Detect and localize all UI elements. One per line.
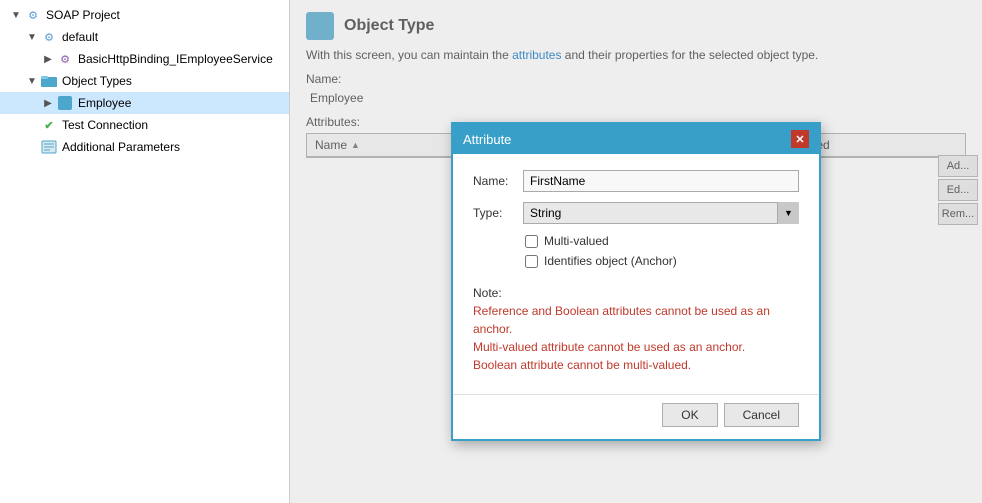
check-icon: ✔: [40, 116, 58, 134]
modal-footer: OK Cancel: [453, 394, 819, 439]
note-section: Note: Reference and Boolean attributes c…: [473, 278, 799, 374]
no-expander: [24, 120, 40, 131]
anchor-row: Identifies object (Anchor): [473, 254, 799, 268]
employee-icon: [56, 94, 74, 112]
attribute-dialog: Attribute ✕ Name: Type: String: [451, 122, 821, 441]
expand-arrow: ▼: [24, 32, 40, 43]
main-content: Object Type With this screen, you can ma…: [290, 0, 982, 503]
no-expander: [24, 142, 40, 153]
params-icon: [40, 138, 58, 156]
folder-icon: [40, 72, 58, 90]
sidebar-item-additional-params[interactable]: Additional Parameters: [0, 136, 289, 158]
expand-arrow: ▼: [8, 10, 24, 21]
sidebar-item-binding[interactable]: ▶ ⚙ BasicHttpBinding_IEmployeeService: [0, 48, 289, 70]
soap-project-icon: ⚙: [24, 6, 42, 24]
sidebar-item-label: SOAP Project: [46, 8, 120, 22]
sidebar-item-default[interactable]: ▼ ⚙ default: [0, 26, 289, 48]
sidebar-item-label: Additional Parameters: [62, 140, 180, 154]
anchor-label[interactable]: Identifies object (Anchor): [544, 254, 677, 268]
modal-overlay: Attribute ✕ Name: Type: String: [290, 0, 982, 503]
cancel-button[interactable]: Cancel: [724, 403, 799, 427]
sidebar-item-label: BasicHttpBinding_IEmployeeService: [78, 52, 273, 66]
sidebar: ▼ ⚙ SOAP Project ▼ ⚙ default ▶ ⚙ BasicHt…: [0, 0, 290, 503]
sidebar-item-object-types[interactable]: ▼ Object Types: [0, 70, 289, 92]
note-label: Note:: [473, 286, 799, 300]
note-line-2: Multi-valued attribute cannot be used as…: [473, 338, 799, 356]
note-line-1: Reference and Boolean attributes cannot …: [473, 302, 799, 338]
ok-button[interactable]: OK: [662, 403, 717, 427]
sidebar-item-soap-project[interactable]: ▼ ⚙ SOAP Project: [0, 4, 289, 26]
sidebar-item-label: default: [62, 30, 98, 44]
sidebar-item-label: Employee: [78, 96, 131, 110]
multivalued-label[interactable]: Multi-valued: [544, 234, 609, 248]
name-field-row: Name:: [473, 170, 799, 192]
modal-close-button[interactable]: ✕: [791, 130, 809, 148]
sidebar-item-employee[interactable]: ▶ Employee: [0, 92, 289, 114]
modal-body: Name: Type: String Integer Boolean Refer…: [453, 154, 819, 386]
multivalued-checkbox[interactable]: [525, 235, 538, 248]
type-select[interactable]: String Integer Boolean Reference Binary: [523, 202, 799, 224]
sidebar-item-label: Object Types: [62, 74, 132, 88]
expand-arrow: ▶: [40, 98, 56, 109]
expand-arrow: ▼: [24, 76, 40, 87]
expand-arrow: ▶: [40, 54, 56, 65]
sidebar-item-test-connection[interactable]: ✔ Test Connection: [0, 114, 289, 136]
name-input[interactable]: [523, 170, 799, 192]
modal-type-label: Type:: [473, 206, 523, 220]
default-icon: ⚙: [40, 28, 58, 46]
modal-titlebar: Attribute ✕: [453, 124, 819, 154]
type-field-row: Type: String Integer Boolean Reference B…: [473, 202, 799, 224]
binding-icon: ⚙: [56, 50, 74, 68]
modal-name-label: Name:: [473, 174, 523, 188]
type-select-wrapper: String Integer Boolean Reference Binary …: [523, 202, 799, 224]
note-line-3: Boolean attribute cannot be multi-valued…: [473, 356, 799, 374]
sidebar-item-label: Test Connection: [62, 118, 148, 132]
close-icon: ✕: [795, 133, 804, 146]
multivalued-row: Multi-valued: [473, 234, 799, 248]
modal-title: Attribute: [463, 132, 511, 147]
anchor-checkbox[interactable]: [525, 255, 538, 268]
